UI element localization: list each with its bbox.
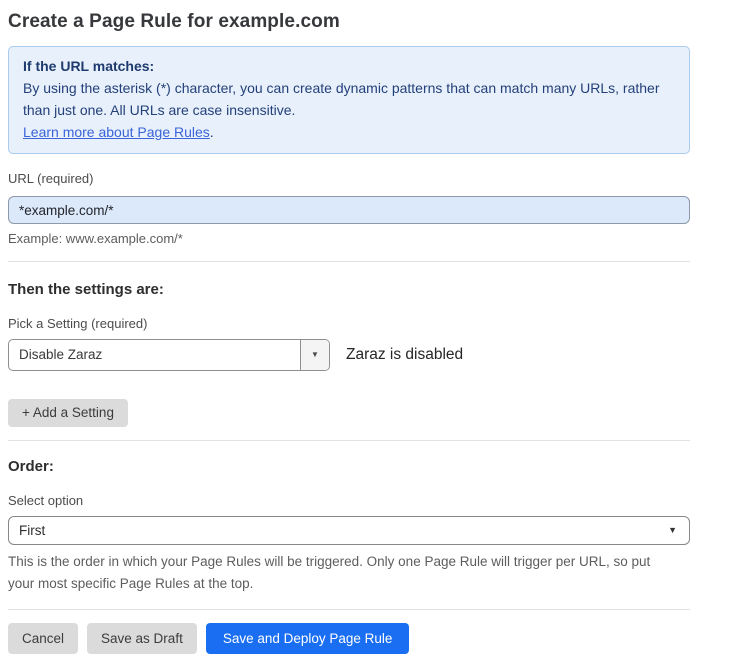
url-input[interactable] [8,196,690,224]
caret-down-icon: ▼ [668,525,677,535]
info-box-link-row: Learn more about Page Rules. [23,121,675,143]
setting-row: Disable Zaraz ▼ Zaraz is disabled [8,339,690,371]
order-select[interactable]: First ▼ [8,516,690,545]
action-buttons-row: Cancel Save as Draft Save and Deploy Pag… [8,623,690,654]
divider-actions [8,609,690,610]
add-setting-button[interactable]: + Add a Setting [8,399,128,427]
order-select-value: First [19,523,45,538]
info-box-body: By using the asterisk (*) character, you… [23,77,675,121]
url-example-hint: Example: www.example.com/* [8,231,690,248]
cancel-button[interactable]: Cancel [8,623,78,654]
setting-select-value: Disable Zaraz [9,340,300,370]
setting-select[interactable]: Disable Zaraz ▼ [8,339,330,371]
page-title: Create a Page Rule for example.com [8,11,690,33]
setting-status-text: Zaraz is disabled [346,346,463,364]
link-suffix-period: . [210,124,214,140]
dropdown-arrow-icon: ▼ [300,340,329,370]
divider-settings-section [8,440,690,441]
order-help-text: This is the order in which your Page Rul… [8,551,678,595]
url-label: URL (required) [8,171,690,187]
info-box-title: If the URL matches: [23,55,675,77]
learn-more-page-rules-link[interactable]: Learn more about Page Rules [23,124,210,140]
save-as-draft-button[interactable]: Save as Draft [87,623,197,654]
settings-heading: Then the settings are: [8,281,690,299]
url-match-info-box: If the URL matches: By using the asteris… [8,46,690,154]
save-and-deploy-button[interactable]: Save and Deploy Page Rule [206,623,410,654]
create-page-rule-form: Create a Page Rule for example.com If th… [8,11,690,654]
order-heading: Order: [8,458,690,476]
divider-url-section [8,261,690,262]
order-select-label: Select option [8,493,690,509]
pick-setting-label: Pick a Setting (required) [8,316,690,332]
